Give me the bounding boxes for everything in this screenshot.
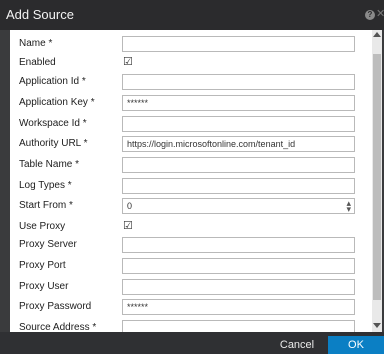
field-label: Proxy Port	[19, 260, 66, 271]
start-from-stepper[interactable]: 0 ▴ ▾	[122, 198, 355, 214]
proxy-server-input[interactable]	[122, 237, 355, 253]
name-input[interactable]	[122, 36, 355, 52]
field-label: Enabled	[19, 57, 56, 68]
form-panel: Name * Enabled ☑ Application Id * Applic…	[10, 30, 372, 332]
row-proxy-port: Proxy Port	[10, 258, 372, 274]
log-types-input[interactable]	[122, 178, 355, 194]
enabled-checkbox[interactable]: ☑	[123, 56, 133, 68]
proxy-user-input[interactable]	[122, 279, 355, 295]
row-proxy-server: Proxy Server	[10, 237, 372, 253]
ok-button[interactable]: OK	[328, 336, 384, 354]
row-proxy-user: Proxy User	[10, 279, 372, 295]
field-label: Log Types *	[19, 180, 72, 191]
row-name: Name *	[10, 36, 372, 52]
cancel-button[interactable]: Cancel	[270, 336, 324, 354]
application-key-input[interactable]: ******	[122, 95, 355, 111]
dialog-title: Add Source	[6, 7, 74, 22]
scroll-up-icon[interactable]	[373, 32, 381, 37]
proxy-port-input[interactable]	[122, 258, 355, 274]
row-application-id: Application Id *	[10, 74, 372, 90]
row-table-name: Table Name *	[10, 157, 372, 173]
workspace-id-input[interactable]	[122, 116, 355, 132]
row-start-from: Start From * 0 ▴ ▾	[10, 198, 372, 214]
proxy-password-input[interactable]: ******	[122, 299, 355, 315]
table-name-input[interactable]	[122, 157, 355, 173]
field-label: Start From *	[19, 200, 73, 211]
use-proxy-checkbox[interactable]: ☑	[123, 220, 133, 232]
row-source-address: Source Address *	[10, 320, 372, 332]
field-label: Proxy Password	[19, 301, 92, 312]
row-enabled: Enabled ☑	[10, 55, 372, 71]
row-workspace-id: Workspace Id *	[10, 116, 372, 132]
field-label: Name *	[19, 38, 53, 49]
authority-url-input[interactable]: https://login.microsoftonline.com/tenant…	[122, 136, 355, 152]
row-log-types: Log Types *	[10, 178, 372, 194]
dialog-footer: Cancel OK	[0, 332, 384, 354]
dialog-title-bar: Add Source ? ✕	[0, 0, 384, 30]
scroll-thumb[interactable]	[373, 54, 381, 300]
help-icon[interactable]: ?	[365, 10, 375, 20]
field-label: Proxy User	[19, 281, 69, 292]
application-id-input[interactable]	[122, 74, 355, 90]
row-application-key: Application Key * ******	[10, 95, 372, 111]
row-proxy-password: Proxy Password ******	[10, 299, 372, 315]
start-from-value: 0	[127, 201, 133, 211]
spinner-arrows-icon[interactable]: ▴ ▾	[346, 199, 351, 213]
row-authority-url: Authority URL * https://login.microsofto…	[10, 136, 372, 152]
field-label: Workspace Id *	[19, 118, 87, 129]
field-label: Application Key *	[19, 97, 95, 108]
field-label: Table Name *	[19, 159, 80, 170]
field-label: Use Proxy	[19, 221, 66, 232]
row-use-proxy: Use Proxy ☑	[10, 219, 372, 235]
field-label: Authority URL *	[19, 138, 88, 149]
field-label: Application Id *	[19, 76, 86, 87]
scroll-down-icon[interactable]	[373, 323, 381, 328]
field-label: Proxy Server	[19, 239, 77, 250]
form-scrollbar[interactable]	[372, 30, 382, 332]
source-address-input[interactable]	[122, 320, 355, 332]
close-icon[interactable]: ✕	[376, 8, 384, 20]
field-label: Source Address *	[19, 322, 97, 332]
